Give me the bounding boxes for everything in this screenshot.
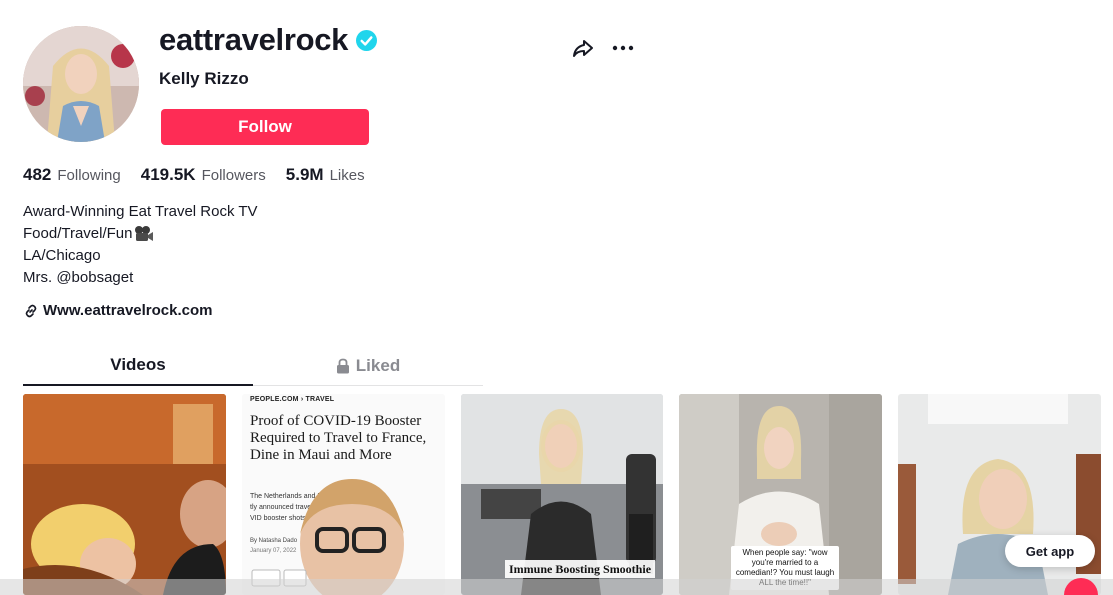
bio-line: Award-Winning Eat Travel Rock TV xyxy=(23,203,258,220)
stat-value: 5.9M xyxy=(285,165,324,184)
follow-button[interactable]: Follow xyxy=(161,109,369,145)
profile-nickname: Kelly Rizzo xyxy=(159,69,249,88)
bio-line: Food/Travel/Fun xyxy=(23,223,258,245)
stat-label: Following xyxy=(57,167,121,184)
profile-link[interactable]: Www.eattravelrock.com xyxy=(23,302,213,319)
video-thumbnail[interactable] xyxy=(23,394,226,595)
bio-line: LA/Chicago xyxy=(23,247,101,264)
video-thumbnail[interactable]: Immune Boosting Smoothie xyxy=(461,394,663,595)
tab-videos[interactable]: Videos xyxy=(23,346,253,386)
video-grid: PEOPLE.COM › TRAVEL Proof of COVID-19 Bo… xyxy=(23,394,1103,595)
tab-label: Liked xyxy=(355,356,401,375)
avatar[interactable] xyxy=(23,26,139,142)
stat-label: Likes xyxy=(329,167,365,184)
verified-badge-icon xyxy=(356,29,378,51)
link-icon xyxy=(25,304,37,317)
tab-liked[interactable]: Liked xyxy=(253,346,483,386)
stat-value: 419.5K xyxy=(140,165,196,184)
tab-label: Videos xyxy=(110,355,166,374)
profile-tabs: Videos Liked xyxy=(23,346,483,386)
share-icon[interactable] xyxy=(571,36,595,60)
stat-following[interactable]: 482 Following xyxy=(23,165,121,185)
bio-line-text: Food/Travel/Fun xyxy=(23,225,133,242)
video-thumbnail-image xyxy=(23,394,226,595)
username-text: eattravelrock xyxy=(159,22,349,57)
video-caption: Immune Boosting Smoothie xyxy=(505,560,656,578)
stat-label: Followers xyxy=(201,167,266,184)
more-icon[interactable] xyxy=(611,36,635,60)
profile-username: eattravelrock xyxy=(159,20,378,60)
stat-likes: 5.9M Likes xyxy=(286,165,365,185)
camera-emoji-icon xyxy=(134,226,153,241)
video-thumbnail[interactable]: PEOPLE.COM › TRAVEL Proof of COVID-19 Bo… xyxy=(242,394,445,595)
stat-followers[interactable]: 419.5K Followers xyxy=(141,165,266,185)
lock-icon xyxy=(336,358,349,374)
video-thumbnail[interactable]: When people say: "wow you're married to … xyxy=(679,394,882,595)
profile-bio: Award-Winning Eat Travel Rock TV Food/Tr… xyxy=(23,201,258,289)
get-app-button[interactable]: Get app xyxy=(1005,535,1095,567)
link-text: Www.eattravelrock.com xyxy=(43,302,213,319)
profile-stats: 482 Following 419.5K Followers 5.9M Like… xyxy=(23,165,385,185)
bottom-bar xyxy=(0,579,1113,595)
bio-line: Mrs. @bobsaget xyxy=(23,269,134,286)
stat-value: 482 xyxy=(23,165,52,184)
avatar-image xyxy=(23,26,139,142)
video-thumbnail-image xyxy=(251,479,404,595)
